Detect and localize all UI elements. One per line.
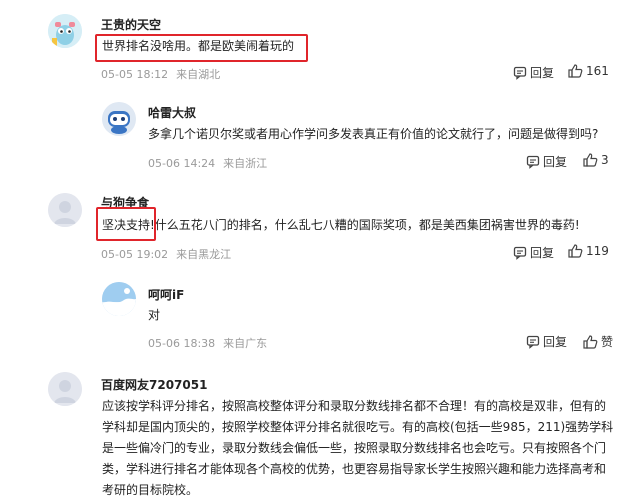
avatar[interactable]	[48, 193, 82, 227]
default-avatar-icon	[48, 193, 82, 227]
reply-button[interactable]: 回复	[526, 333, 567, 350]
landscape-avatar-icon	[102, 282, 136, 316]
comment-meta: 05-05 19:02 来自黑龙江	[101, 246, 231, 262]
comment-date: 05-05 19:02	[101, 248, 169, 261]
avatar[interactable]	[48, 14, 82, 48]
comment-meta: 05-06 14:24 来自浙江	[148, 155, 267, 171]
comment-date: 05-05 18:12	[101, 68, 169, 81]
comment-bubble-icon	[513, 66, 527, 80]
username[interactable]: 与狗争食	[101, 194, 149, 211]
comment-text: 世界排名没啥用。都是欧美闹着玩的	[102, 39, 295, 53]
comment-location: 来自湖北	[176, 68, 221, 81]
comment-meta: 05-05 18:12 来自湖北	[101, 66, 220, 82]
thumbs-up-icon	[568, 64, 583, 78]
comment-text: 坚决支持!什么五花八门的排名，什么乱七八糟的国际奖项，都是美西集团祸害世界的毒药…	[102, 218, 580, 232]
avatar[interactable]	[48, 372, 82, 406]
comment-location: 来自广东	[223, 337, 268, 350]
reply-label: 回复	[543, 155, 568, 169]
reply-label: 回复	[530, 66, 555, 80]
like-count: 161	[586, 64, 609, 78]
comment-text: 对	[148, 308, 161, 322]
comment-bubble-icon	[513, 246, 527, 260]
like-count: 赞	[601, 335, 614, 349]
like-button[interactable]: 119	[568, 244, 609, 258]
username[interactable]: 呵呵iF	[148, 286, 184, 303]
gopher-avatar-icon	[48, 14, 82, 48]
comment-location: 来自黑龙江	[176, 248, 232, 261]
thumbs-up-icon	[583, 153, 598, 167]
like-button[interactable]: 161	[568, 64, 609, 78]
reply-label: 回复	[543, 335, 568, 349]
username[interactable]: 百度网友7207051	[101, 376, 207, 393]
like-count: 119	[586, 244, 609, 258]
username[interactable]: 哈雷大叔	[148, 104, 196, 121]
comment-meta: 05-06 18:38 来自广东	[148, 335, 267, 351]
comment-text: 应该按学科评分排名，按照高校整体评分和录取分数线排名都不合理！有的高校是双非，但…	[102, 399, 614, 496]
thumbs-up-icon	[568, 244, 583, 258]
reply-button[interactable]: 回复	[526, 153, 567, 170]
comment-text: 多拿几个诺贝尔奖或者用心作学问多发表真正有价值的论文就行了，问题是做得到吗?	[148, 127, 599, 141]
comment-date: 05-06 14:24	[148, 157, 216, 170]
comment-location: 来自浙江	[223, 157, 268, 170]
comment-bubble-icon	[526, 155, 540, 169]
reply-button[interactable]: 回复	[513, 244, 554, 261]
cartoon-avatar-icon	[102, 102, 136, 136]
username[interactable]: 王贵的天空	[101, 16, 161, 33]
like-count: 3	[601, 153, 609, 167]
thumbs-up-icon	[583, 334, 598, 349]
default-avatar-icon	[48, 372, 82, 406]
avatar[interactable]	[102, 282, 136, 316]
like-button[interactable]: 赞	[583, 333, 613, 350]
reply-label: 回复	[530, 246, 555, 260]
reply-button[interactable]: 回复	[513, 64, 554, 81]
avatar[interactable]	[102, 102, 136, 136]
like-button[interactable]: 3	[583, 153, 609, 167]
comment-date: 05-06 18:38	[148, 337, 216, 350]
comment-bubble-icon	[526, 335, 540, 349]
